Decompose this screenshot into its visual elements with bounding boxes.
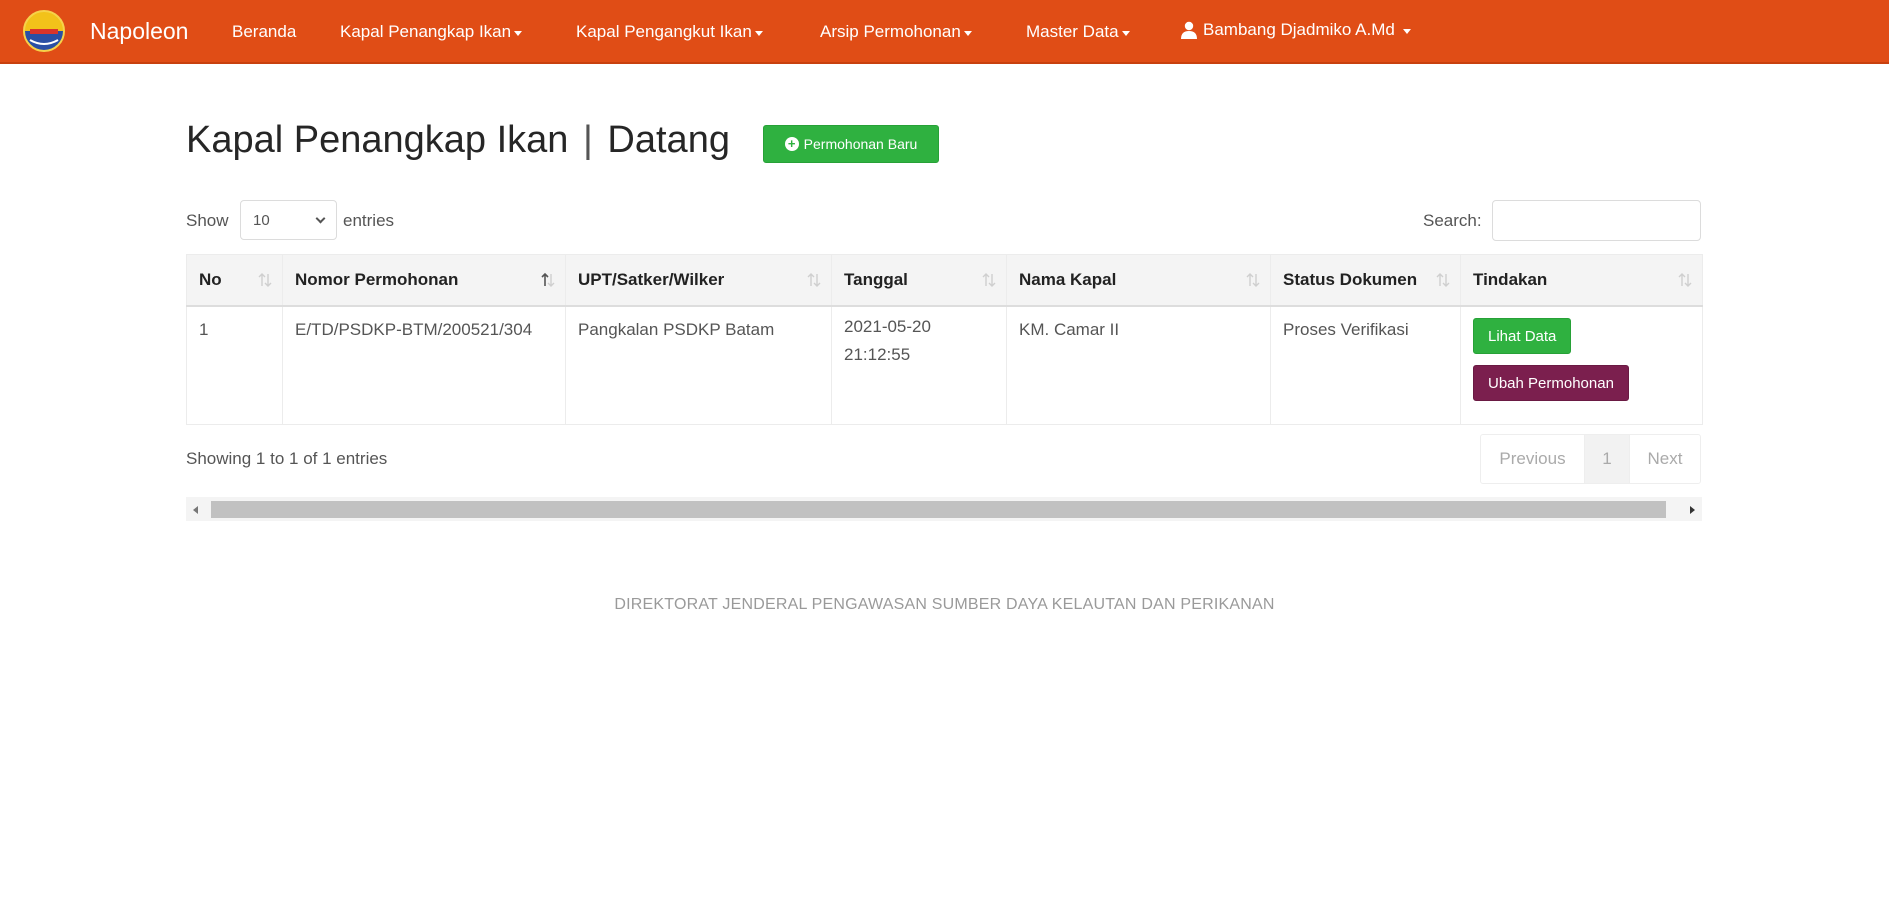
user-icon — [1181, 21, 1197, 39]
new-request-button[interactable]: + Permohonan Baru — [763, 125, 939, 163]
pagination-page-1[interactable]: 1 — [1585, 435, 1630, 483]
view-data-button[interactable]: Lihat Data — [1473, 318, 1572, 354]
entries-length-value: 10 — [253, 211, 270, 229]
search-label: Search: — [1423, 211, 1482, 230]
column-header-no[interactable]: No — [186, 254, 283, 307]
plus-circle-icon: + — [784, 137, 799, 151]
sort-both-icon — [807, 273, 821, 287]
scroll-left-arrow-icon[interactable] — [193, 506, 198, 514]
chevron-down-icon — [315, 213, 326, 223]
column-header-nomor-label: Nomor Permohonan — [295, 270, 459, 289]
footer-text: DIREKTORAT JENDERAL PENGAWASAN SUMBER DA… — [614, 596, 1275, 613]
page-title: Kapal Penangkap Ikan | Datang — [186, 119, 730, 162]
column-header-status-label: Status Dokumen — [1283, 270, 1418, 289]
column-header-tanggal-label: Tanggal — [844, 270, 908, 289]
requests-table: No Nomor Permohonan UPT/Satker/Wilker Ta… — [186, 254, 1703, 425]
nav-beranda[interactable]: Beranda — [232, 22, 296, 42]
entries-label: entries — [343, 211, 395, 230]
new-request-label: Permohonan Baru — [803, 136, 918, 152]
cell-no: 1 — [186, 305, 283, 425]
nav-arsip-permohonan-label: Arsip Permohonan — [820, 22, 961, 41]
cell-nomor-permohonan: E/TD/PSDKP-BTM/200521/304 — [282, 305, 566, 425]
nav-arsip-permohonan[interactable]: Arsip Permohonan — [820, 22, 972, 42]
sort-both-icon — [982, 273, 996, 287]
nav-kapal-pengangkut-ikan-label: Kapal Pengangkut Ikan — [576, 22, 752, 41]
sort-both-icon — [1436, 273, 1450, 287]
entries-length-select[interactable]: 10 — [240, 200, 337, 240]
sort-ascending-icon — [541, 272, 555, 287]
caret-down-icon — [1402, 28, 1411, 34]
cell-nama-kapal: KM. Camar II — [1006, 305, 1271, 425]
column-header-tindakan[interactable]: Tindakan — [1460, 254, 1703, 307]
column-header-status[interactable]: Status Dokumen — [1270, 254, 1461, 307]
show-label: Show — [186, 211, 229, 230]
column-header-no-label: No — [199, 270, 222, 289]
caret-down-icon — [514, 30, 523, 36]
column-header-tindakan-label: Tindakan — [1473, 270, 1548, 289]
brand-name[interactable]: Napoleon — [90, 18, 188, 45]
horizontal-scrollbar[interactable] — [186, 497, 1702, 521]
cell-tanggal: 2021-05-20 21:12:55 — [831, 305, 1007, 425]
page-title-main: Kapal Penangkap Ikan — [186, 119, 569, 161]
scrollbar-thumb[interactable] — [211, 501, 1666, 518]
nav-kapal-penangkap-ikan[interactable]: Kapal Penangkap Ikan — [340, 22, 523, 42]
cell-tanggal-time: 21:12:55 — [844, 345, 911, 364]
column-header-upt-label: UPT/Satker/Wilker — [578, 270, 725, 289]
caret-down-icon — [754, 30, 763, 36]
cell-tanggal-date: 2021-05-20 — [844, 317, 931, 336]
cell-status: Proses Verifikasi — [1270, 305, 1461, 425]
column-header-tanggal[interactable]: Tanggal — [831, 254, 1007, 307]
sort-both-icon — [258, 273, 272, 287]
top-navbar: Napoleon Beranda Kapal Penangkap Ikan Ka… — [0, 0, 1889, 64]
pagination-next[interactable]: Next — [1630, 435, 1700, 483]
column-header-nomor-permohonan[interactable]: Nomor Permohonan — [282, 254, 566, 307]
nav-master-data[interactable]: Master Data — [1026, 22, 1130, 42]
pagination: Previous 1 Next — [1480, 434, 1701, 484]
table-row: 1 E/TD/PSDKP-BTM/200521/304 Pangkalan PS… — [186, 305, 1703, 425]
nav-beranda-label: Beranda — [232, 22, 297, 41]
table-header-row: No Nomor Permohonan UPT/Satker/Wilker Ta… — [186, 254, 1703, 307]
nav-master-data-label: Master Data — [1026, 22, 1119, 41]
cell-tindakan: Lihat Data Ubah Permohonan — [1460, 305, 1703, 425]
sort-both-icon — [1246, 273, 1260, 287]
cell-upt: Pangkalan PSDKP Batam — [565, 305, 832, 425]
column-header-nama-kapal-label: Nama Kapal — [1019, 270, 1117, 289]
caret-down-icon — [963, 30, 972, 36]
column-header-nama-kapal[interactable]: Nama Kapal — [1006, 254, 1271, 307]
nav-kapal-penangkap-ikan-label: Kapal Penangkap Ikan — [340, 22, 512, 41]
user-name: Bambang Djadmiko A.Md — [1203, 20, 1395, 39]
scroll-right-arrow-icon[interactable] — [1690, 506, 1695, 514]
search-input[interactable] — [1492, 200, 1701, 241]
page-title-sub: Datang — [607, 119, 730, 161]
app-logo[interactable] — [20, 7, 68, 55]
nav-user-menu[interactable]: Bambang Djadmiko A.Md — [1180, 20, 1411, 40]
caret-down-icon — [1121, 30, 1130, 36]
page-title-separator: | — [582, 119, 593, 161]
nav-kapal-pengangkut-ikan[interactable]: Kapal Pengangkut Ikan — [576, 22, 763, 42]
pagination-previous[interactable]: Previous — [1481, 435, 1585, 483]
column-header-upt[interactable]: UPT/Satker/Wilker — [565, 254, 832, 307]
table-info: Showing 1 to 1 of 1 entries — [186, 449, 388, 468]
edit-request-button[interactable]: Ubah Permohonan — [1473, 365, 1629, 401]
sort-both-icon — [1678, 273, 1692, 287]
